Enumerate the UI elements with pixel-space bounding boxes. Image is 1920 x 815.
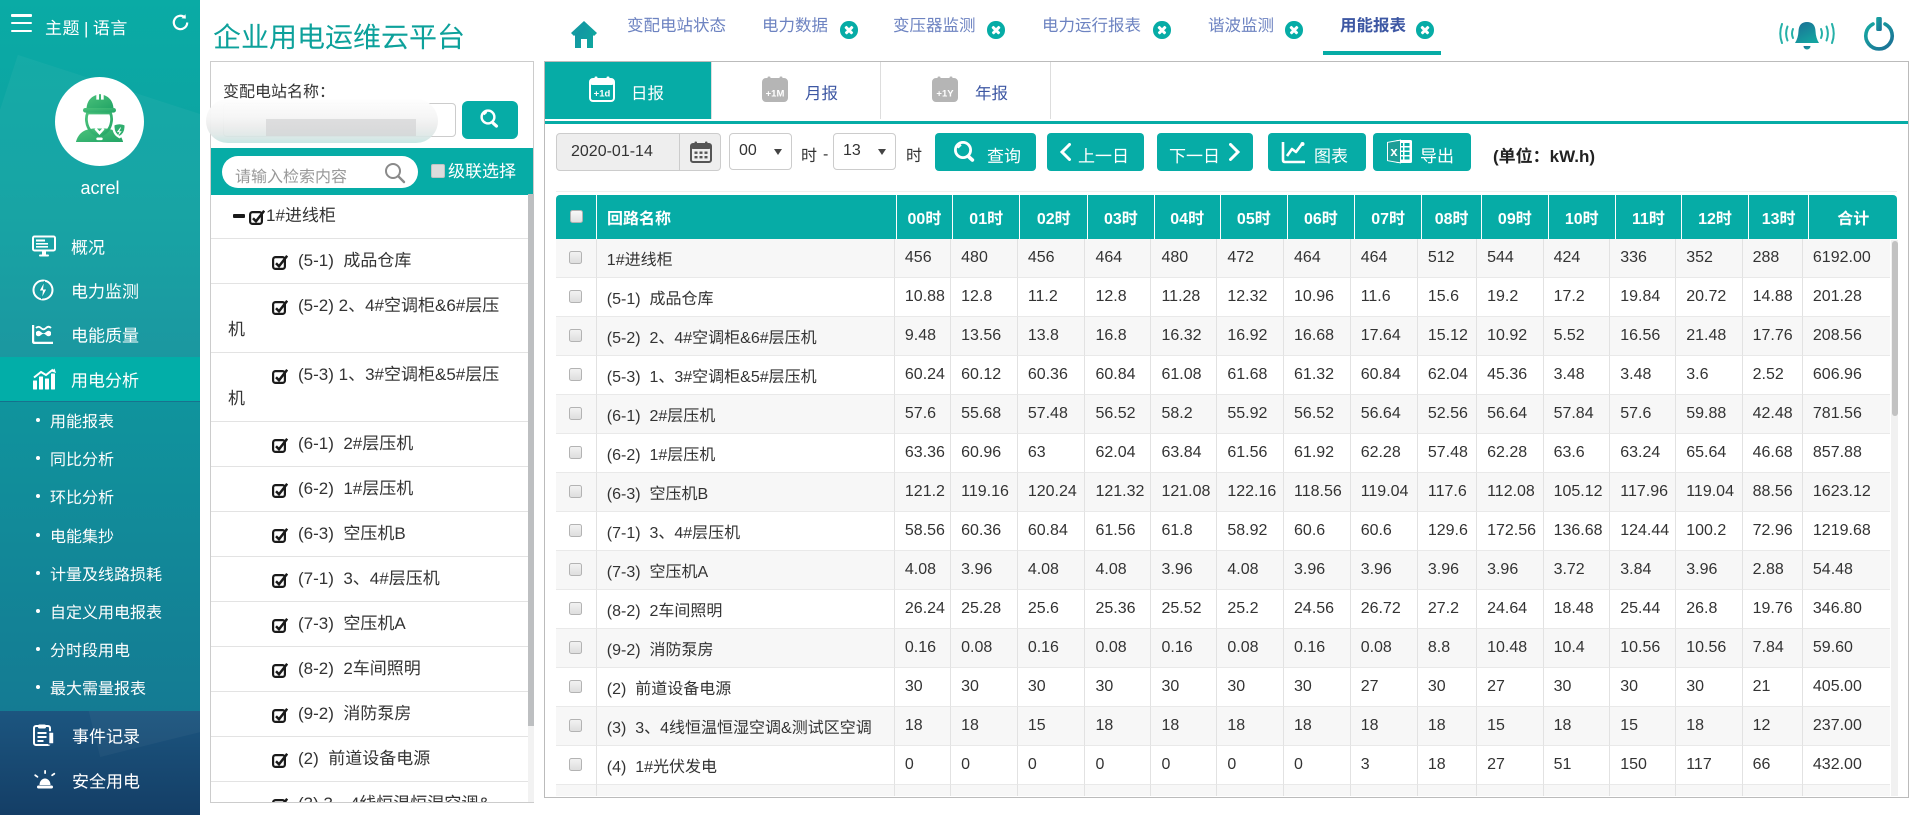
svg-text:x: x <box>1390 144 1398 159</box>
svg-text:+1Y: +1Y <box>936 89 954 100</box>
svg-text:+1M: +1M <box>766 89 785 100</box>
svg-text:+1d: +1d <box>594 89 611 100</box>
